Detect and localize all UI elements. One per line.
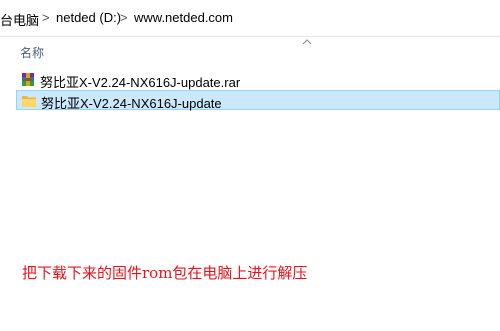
folder-icon: [22, 96, 36, 107]
folder-name: 努比亚X-V2.24-NX616J-update: [41, 96, 222, 111]
breadcrumb-folder[interactable]: www.netded.com: [134, 10, 233, 25]
breadcrumb-this-pc[interactable]: 台电脑: [0, 10, 39, 29]
breadcrumb-separator[interactable]: >: [42, 10, 50, 25]
winrar-archive-icon: [22, 73, 34, 86]
breadcrumb-separator[interactable]: >: [120, 10, 128, 25]
column-header-label: 名称: [20, 46, 45, 60]
chevron-up-icon: [302, 39, 312, 45]
file-row-folder[interactable]: 努比亚X-V2.24-NX616J-update: [16, 90, 500, 111]
file-name: 努比亚X-V2.24-NX616J-update.rar: [40, 75, 241, 90]
address-bar[interactable]: 台电脑 > netded (D:) > www.netded.com: [0, 0, 500, 37]
breadcrumb-drive-d[interactable]: netded (D:): [56, 10, 121, 25]
instruction-annotation: 把下载下来的固件rom包在电脑上进行解压: [22, 264, 308, 282]
file-row-rar[interactable]: 努比亚X-V2.24-NX616J-update.rar: [16, 70, 500, 90]
